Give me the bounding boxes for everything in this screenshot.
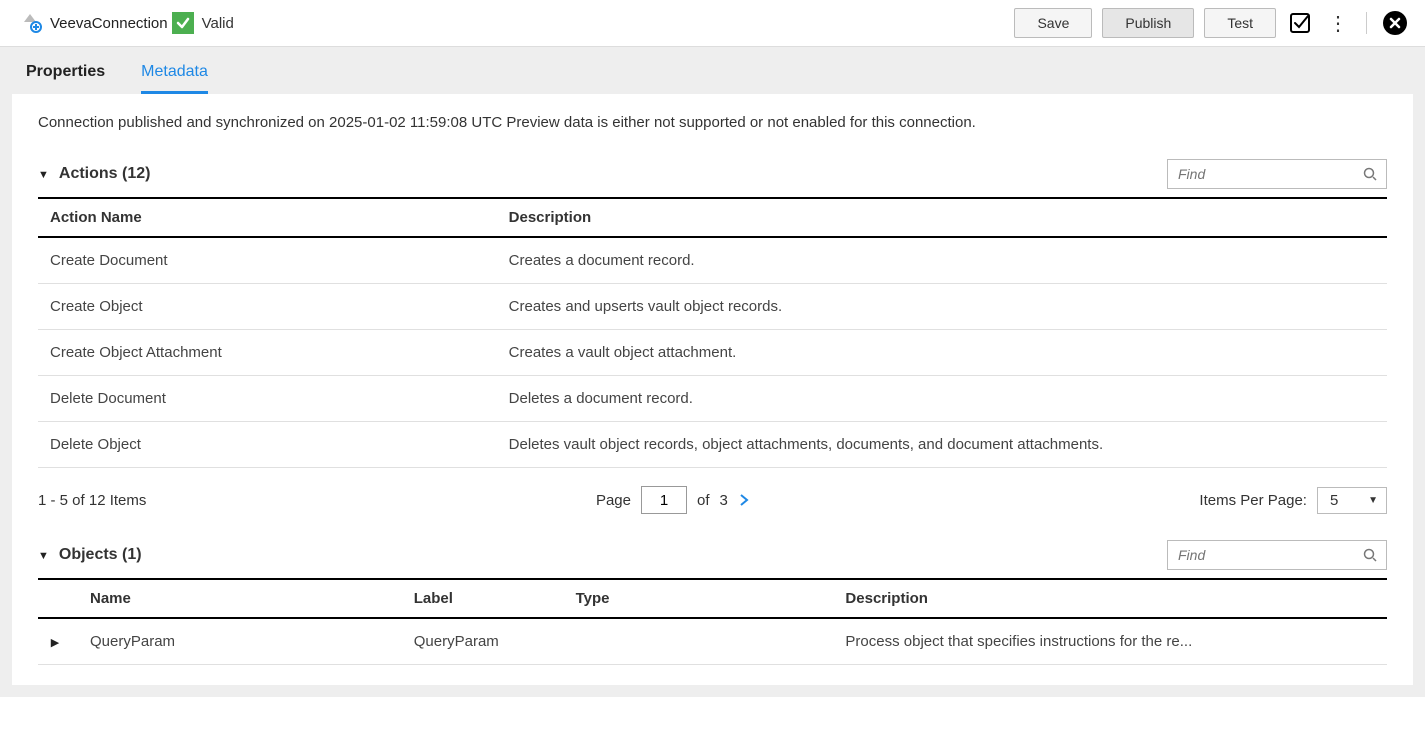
- search-icon: [1362, 547, 1378, 563]
- objects-section-head: Objects (1): [38, 540, 1387, 570]
- next-page-icon[interactable]: [738, 494, 750, 506]
- action-desc: Creates and upserts vault object records…: [497, 284, 1387, 330]
- page-label: Page: [596, 492, 631, 509]
- object-label: QueryParam: [402, 618, 564, 665]
- action-desc: Deletes a document record.: [497, 376, 1387, 422]
- objects-title: Objects (1): [59, 546, 142, 564]
- object-name: QueryParam: [78, 618, 402, 665]
- action-name: Create Document: [38, 237, 497, 284]
- actions-pager: 1 - 5 of 12 Items Page of 3 Items Per Pa…: [38, 468, 1387, 540]
- objects-find-box[interactable]: [1167, 540, 1387, 570]
- header-left: VeevaConnection Valid: [16, 11, 1014, 35]
- action-desc: Creates a vault object attachment.: [497, 330, 1387, 376]
- table-row[interactable]: Create Object Creates and upserts vault …: [38, 284, 1387, 330]
- action-name: Delete Object: [38, 422, 497, 468]
- pager-range: 1 - 5 of 12 Items: [38, 492, 146, 509]
- actions-toggle[interactable]: Actions (12): [38, 165, 150, 183]
- actions-col-description[interactable]: Description: [497, 198, 1387, 237]
- tab-metadata[interactable]: Metadata: [141, 63, 208, 94]
- objects-col-type[interactable]: Type: [564, 579, 834, 618]
- table-row[interactable]: Delete Document Deletes a document recor…: [38, 376, 1387, 422]
- info-text: Connection published and synchronized on…: [38, 114, 1387, 131]
- validate-icon[interactable]: [1286, 9, 1314, 37]
- separator: [1366, 12, 1367, 34]
- close-icon: [1383, 11, 1407, 35]
- table-row[interactable]: Delete Object Deletes vault object recor…: [38, 422, 1387, 468]
- search-icon: [1362, 166, 1378, 182]
- objects-col-expand: [38, 579, 78, 618]
- test-button[interactable]: Test: [1204, 8, 1276, 38]
- page-header: VeevaConnection Valid Save Publish Test: [0, 0, 1425, 47]
- tab-bar: Properties Metadata: [0, 47, 1425, 94]
- actions-col-name[interactable]: Action Name: [38, 198, 497, 237]
- caret-down-icon: [38, 165, 49, 183]
- connection-icon: [16, 11, 44, 35]
- items-per-page-value: 5: [1330, 492, 1338, 509]
- status-text: Valid: [202, 15, 234, 32]
- pager-center: Page of 3: [596, 486, 750, 514]
- connection-name: VeevaConnection: [50, 15, 168, 32]
- header-right: Save Publish Test: [1014, 8, 1409, 38]
- action-desc: Creates a document record.: [497, 237, 1387, 284]
- page-input[interactable]: [641, 486, 687, 514]
- objects-col-description[interactable]: Description: [833, 579, 1387, 618]
- row-expand-toggle[interactable]: [38, 618, 78, 665]
- objects-col-label[interactable]: Label: [402, 579, 564, 618]
- caret-right-icon: [51, 633, 59, 650]
- object-type: [564, 618, 834, 665]
- action-name: Delete Document: [38, 376, 497, 422]
- more-menu-icon[interactable]: [1324, 9, 1352, 37]
- objects-find-input[interactable]: [1176, 546, 1362, 564]
- action-name: Create Object Attachment: [38, 330, 497, 376]
- caret-down-icon: [38, 546, 49, 564]
- valid-check-icon: [172, 12, 194, 34]
- tab-properties[interactable]: Properties: [26, 63, 105, 94]
- actions-section-head: Actions (12): [38, 159, 1387, 189]
- objects-table: Name Label Type Description QueryParam Q…: [38, 578, 1387, 665]
- action-name: Create Object: [38, 284, 497, 330]
- total-pages: 3: [720, 492, 728, 509]
- table-row[interactable]: QueryParam QueryParam Process object tha…: [38, 618, 1387, 665]
- of-label: of: [697, 492, 710, 509]
- object-desc: Process object that specifies instructio…: [833, 618, 1387, 665]
- items-per-page-select[interactable]: 5: [1317, 487, 1387, 514]
- objects-col-name[interactable]: Name: [78, 579, 402, 618]
- items-per-page-label: Items Per Page:: [1199, 492, 1307, 509]
- action-desc: Deletes vault object records, object att…: [497, 422, 1387, 468]
- actions-find-input[interactable]: [1176, 165, 1362, 183]
- close-button[interactable]: [1381, 9, 1409, 37]
- actions-title: Actions (12): [59, 165, 151, 183]
- actions-find-box[interactable]: [1167, 159, 1387, 189]
- pager-right: Items Per Page: 5: [1199, 487, 1387, 514]
- actions-table: Action Name Description Create Document …: [38, 197, 1387, 468]
- save-button[interactable]: Save: [1014, 8, 1092, 38]
- metadata-panel: Connection published and synchronized on…: [12, 94, 1413, 685]
- publish-button[interactable]: Publish: [1102, 8, 1194, 38]
- table-row[interactable]: Create Object Attachment Creates a vault…: [38, 330, 1387, 376]
- objects-toggle[interactable]: Objects (1): [38, 546, 142, 564]
- table-row[interactable]: Create Document Creates a document recor…: [38, 237, 1387, 284]
